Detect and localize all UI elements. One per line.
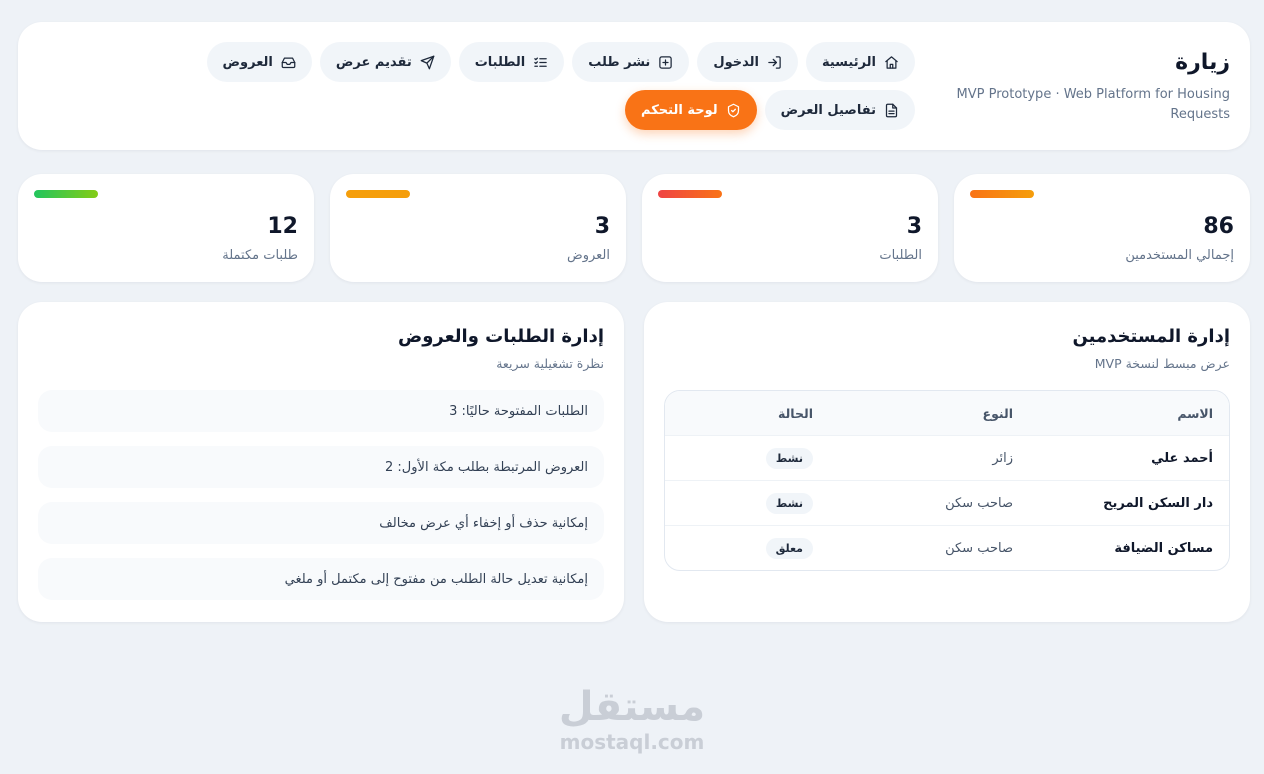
column-header-name: الاسم (1177, 405, 1213, 421)
document-icon (885, 103, 898, 117)
nav-requests-label: الطلبات (474, 54, 526, 70)
stat-value: 3 (906, 214, 922, 239)
watermark-latin: mostaql.com (559, 730, 705, 754)
nav-submit-offer-label: تقديم عرض (335, 54, 412, 70)
nav-post-request-label: نشر طلب (588, 54, 651, 70)
nav-submit-offer-button[interactable]: تقديم عرض (319, 42, 451, 82)
shield-check-icon (727, 103, 739, 117)
panel-title: إدارة الطلبات والعروض (398, 326, 604, 347)
stat-accent-bar (34, 190, 98, 198)
nav-home-button[interactable]: الرئيسية (805, 42, 915, 82)
list-check-icon (534, 57, 548, 67)
list-item: العروض المرتبطة بطلب مكة الأول: 2 (38, 446, 604, 488)
plus-square-icon (659, 55, 673, 69)
table-row[interactable]: دار السكن المريح صاحب سكن نشط (665, 480, 1229, 525)
nav-post-request-button[interactable]: نشر طلب (572, 42, 690, 82)
panel-title: إدارة المستخدمين (1072, 326, 1230, 347)
status-badge: معلق (765, 537, 813, 559)
watermark-arabic: مستقل (558, 684, 706, 730)
user-type: زائر (992, 450, 1013, 466)
list-item: إمكانية تعديل حالة الطلب من مفتوح إلى مك… (38, 558, 604, 600)
app-subtitle: MVP Prototype · Web Platform for Housing… (956, 87, 1230, 122)
nav-offer-details-label: تفاصيل العرض (780, 102, 876, 118)
user-name: أحمد علي (1151, 450, 1213, 466)
app-title: زيارة (1175, 50, 1230, 75)
app-header: زيارة MVP Prototype · Web Platform for H… (18, 22, 1250, 150)
user-type: صاحب سكن (945, 495, 1013, 511)
inbox-icon (281, 57, 296, 68)
list-item: الطلبات المفتوحة حاليًا: 3 (38, 390, 604, 432)
nav-login-button[interactable]: الدخول (697, 42, 798, 82)
home-icon (885, 55, 898, 69)
stat-card-total-users: 86 إجمالي المستخدمين (954, 174, 1250, 282)
stat-value: 3 (594, 214, 610, 239)
nav-requests-button[interactable]: الطلبات (458, 42, 565, 82)
stat-card-completed-requests: 12 طلبات مكتملة (18, 174, 314, 282)
login-icon (768, 55, 781, 69)
stat-label: إجمالي المستخدمين (1125, 248, 1234, 263)
users-table: الاسم النوع الحالة أحمد علي زائر نشط دار… (664, 390, 1230, 571)
table-row[interactable]: مساكن الضيافة صاحب سكن معلق (665, 525, 1229, 570)
user-name: دار السكن المريح (1103, 495, 1213, 511)
send-icon (420, 55, 435, 69)
stat-card-requests: 3 الطلبات (642, 174, 938, 282)
requests-overview-list: الطلبات المفتوحة حاليًا: 3 العروض المرتب… (38, 390, 604, 600)
status-badge: نشط (765, 492, 813, 514)
stat-label: الطلبات (879, 248, 922, 263)
nav-offers-label: العروض (222, 54, 273, 70)
main-nav: الرئيسية الدخول نشر طلب الطلبات تقديم عر… (85, 42, 915, 130)
users-management-panel: إدارة المستخدمين عرض مبسط لنسخة MVP الاس… (644, 302, 1250, 622)
stat-value: 12 (267, 214, 298, 239)
nav-dashboard-label: لوحة التحكم (641, 102, 718, 118)
stat-label: طلبات مكتملة (222, 248, 298, 263)
stat-card-offers: 3 العروض (330, 174, 626, 282)
column-header-type: النوع (982, 405, 1013, 421)
stat-accent-bar (346, 190, 410, 198)
nav-offer-details-button[interactable]: تفاصيل العرض (764, 90, 915, 130)
requests-offers-panel: إدارة الطلبات والعروض نظرة تشغيلية سريعة… (18, 302, 624, 622)
nav-offers-button[interactable]: العروض (206, 42, 312, 82)
watermark: مستقل mostaql.com (552, 684, 712, 754)
table-row[interactable]: أحمد علي زائر نشط (665, 435, 1229, 480)
stat-accent-bar (658, 190, 722, 198)
brand: زيارة MVP Prototype · Web Platform for H… (950, 50, 1230, 125)
stat-accent-bar (970, 190, 1034, 198)
user-type: صاحب سكن (945, 540, 1013, 556)
panel-subtitle: نظرة تشغيلية سريعة (496, 356, 604, 371)
stat-label: العروض (566, 248, 610, 263)
status-badge: نشط (765, 447, 813, 469)
nav-dashboard-button[interactable]: لوحة التحكم (625, 90, 757, 130)
user-name: مساكن الضيافة (1114, 540, 1213, 556)
nav-login-label: الدخول (713, 54, 759, 70)
list-item: إمكانية حذف أو إخفاء أي عرض مخالف (38, 502, 604, 544)
panel-subtitle: عرض مبسط لنسخة MVP (1094, 356, 1230, 371)
table-header-row: الاسم النوع الحالة (665, 391, 1229, 435)
column-header-status: الحالة (778, 405, 813, 421)
stat-value: 86 (1203, 214, 1234, 239)
nav-home-label: الرئيسية (821, 54, 876, 70)
